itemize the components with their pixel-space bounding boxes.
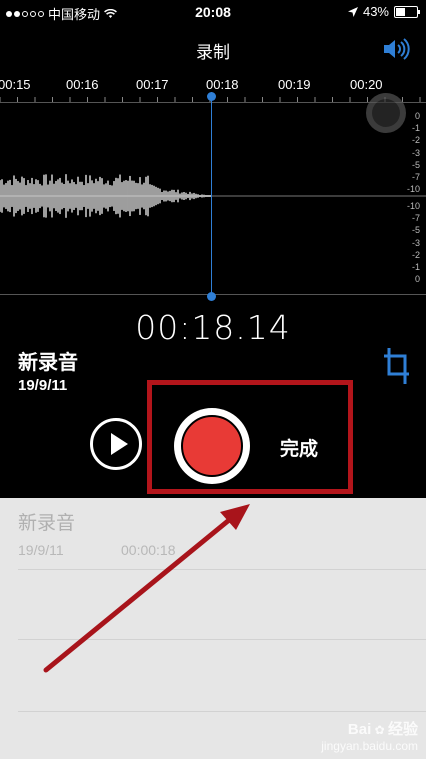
- db-scale-bottom: -10 -7 -5 -3 -2 -1 0: [407, 200, 420, 285]
- db-label: -5: [411, 159, 420, 170]
- db-label: 0: [414, 111, 420, 121]
- paw-icon: ✿: [371, 723, 388, 737]
- play-button[interactable]: [90, 418, 142, 470]
- divider: [18, 569, 426, 570]
- page-title: 录制: [196, 43, 230, 62]
- recording-name[interactable]: 新录音: [18, 346, 78, 375]
- watermark-url: jingyan.baidu.com: [321, 739, 418, 753]
- timeline-label: 00:20: [350, 77, 383, 92]
- db-label: -3: [411, 147, 420, 158]
- playhead[interactable]: [211, 92, 212, 297]
- divider: [18, 711, 426, 712]
- list-item-date: 19/9/11: [18, 542, 64, 558]
- battery-percent: 43%: [362, 4, 389, 19]
- db-label: -3: [411, 237, 420, 248]
- waveform-area[interactable]: 0 -1 -2 -3 -5 -7 -10 -10 -7 -5 -3 -2 -1 …: [0, 102, 426, 295]
- location-arrow-icon: [347, 6, 358, 17]
- timeline-label: 00:16: [66, 77, 99, 92]
- db-label: -5: [411, 225, 420, 236]
- recording-date: 19/9/11: [18, 377, 68, 394]
- status-right: 43%: [347, 4, 420, 19]
- watermark-logo-text: Bai: [347, 721, 372, 738]
- playhead-handle-top[interactable]: [207, 92, 216, 101]
- timeline-label: 00:18: [206, 77, 239, 92]
- db-label: -7: [411, 213, 420, 224]
- battery-icon: [394, 5, 420, 18]
- db-label: -7: [411, 172, 420, 183]
- highlight-box: [147, 380, 353, 494]
- assistive-touch-icon[interactable]: [366, 93, 406, 133]
- recording-timer: 00:18.14: [135, 308, 291, 347]
- db-scale-top: 0 -1 -2 -3 -5 -7 -10: [407, 110, 420, 195]
- db-label: -2: [411, 135, 420, 146]
- db-label: -1: [411, 123, 420, 134]
- db-label: -10: [406, 184, 420, 195]
- watermark-jingyan: 经验: [387, 721, 418, 738]
- db-label: -2: [411, 249, 420, 260]
- divider: [18, 639, 426, 640]
- trim-icon[interactable]: [383, 346, 411, 386]
- timeline-label: 00:17: [136, 77, 169, 92]
- list-item-duration: 00:00:18: [121, 542, 176, 558]
- waveform: [0, 174, 426, 218]
- db-label: -1: [411, 262, 420, 273]
- playhead-handle-bottom[interactable]: [207, 292, 216, 301]
- speaker-icon[interactable]: [382, 38, 412, 60]
- timeline-label: 00:15: [0, 77, 31, 92]
- watermark: Bai ✿ 经验 jingyan.baidu.com: [321, 718, 418, 753]
- db-label: 0: [414, 274, 420, 285]
- timeline-label: 00:19: [278, 77, 311, 92]
- list-item-name: 新录音: [18, 513, 76, 534]
- status-bar: 中国移动 20:08 43%: [0, 0, 426, 24]
- db-label: -10: [406, 201, 420, 211]
